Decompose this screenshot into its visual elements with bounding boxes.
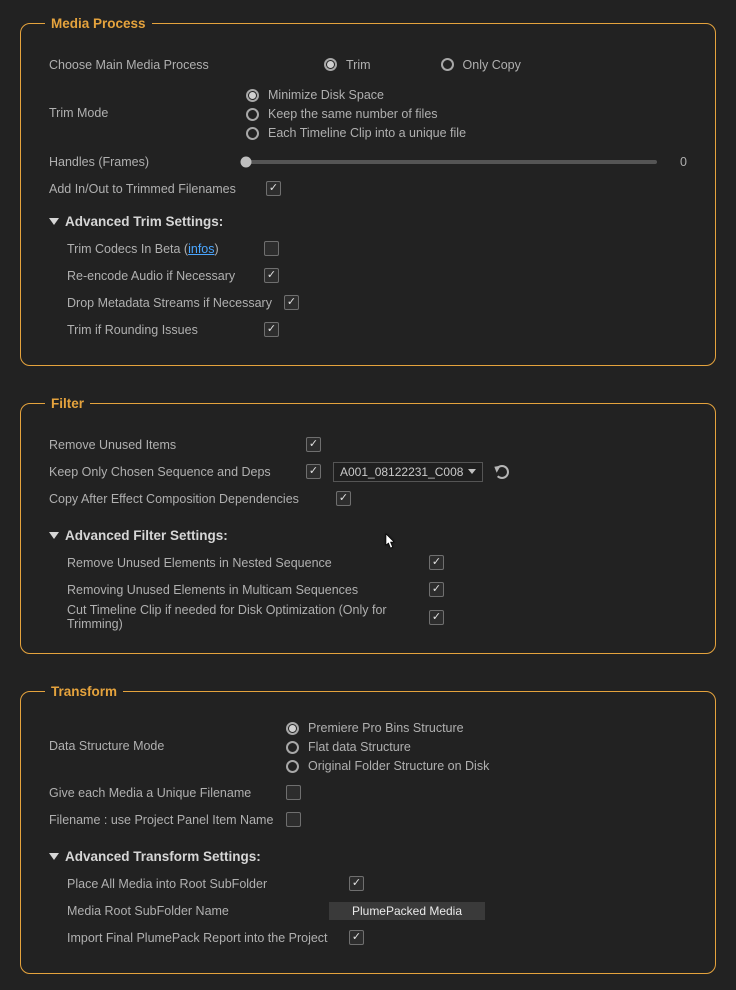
radio-off-icon [286,760,299,773]
trim-mode-minimize-radio[interactable]: Minimize Disk Space [246,88,466,102]
media-process-legend: Media Process [45,16,152,31]
advanced-filter-settings-header[interactable]: Advanced Filter Settings: [49,528,687,543]
unique-filename-checkbox[interactable] [286,785,301,800]
radio-on-icon [286,722,299,735]
cut-timeline-label: Cut Timeline Clip if needed for Disk Opt… [67,603,417,631]
filter-panel: Filter Remove Unused Items ✓ Keep Only C… [20,396,716,654]
choose-main-media-process-label: Choose Main Media Process [49,58,234,72]
place-root-label: Place All Media into Root SubFolder [67,877,337,891]
root-name-input[interactable] [329,902,485,920]
structure-ppro-radio[interactable]: Premiere Pro Bins Structure [286,721,489,735]
refresh-icon[interactable] [495,465,509,479]
copy-ae-label: Copy After Effect Composition Dependenci… [49,492,324,506]
advanced-trim-settings-header[interactable]: Advanced Trim Settings: [49,214,687,229]
project-panel-name-checkbox[interactable] [286,812,301,827]
data-structure-mode-label: Data Structure Mode [49,721,274,753]
remove-unused-label: Remove Unused Items [49,438,294,452]
remove-nested-checkbox[interactable]: ✓ [429,555,444,570]
remove-unused-checkbox[interactable]: ✓ [306,437,321,452]
trim-codecs-beta-label: Trim Codecs In Beta (infos) [67,242,252,256]
reencode-audio-checkbox[interactable]: ✓ [264,268,279,283]
advanced-transform-settings-header[interactable]: Advanced Transform Settings: [49,849,687,864]
transform-panel: Transform Data Structure Mode Premiere P… [20,684,716,974]
handles-slider[interactable] [246,160,657,164]
unique-filename-label: Give each Media a Unique Filename [49,786,274,800]
chevron-down-icon [49,218,59,225]
radio-off-icon [286,741,299,754]
remove-multicam-label: Removing Unused Elements in Multicam Seq… [67,583,417,597]
cut-timeline-checkbox[interactable]: ✓ [429,610,444,625]
main-process-only-copy-radio[interactable]: Only Copy [441,58,521,72]
keep-only-checkbox[interactable]: ✓ [306,464,321,479]
add-in-out-checkbox[interactable]: ✓ [266,181,281,196]
trim-codecs-infos-link[interactable]: infos [188,242,214,256]
remove-nested-label: Remove Unused Elements in Nested Sequenc… [67,556,417,570]
import-report-checkbox[interactable]: ✓ [349,930,364,945]
trim-mode-each-unique-radio[interactable]: Each Timeline Clip into a unique file [246,126,466,140]
rounding-issues-label: Trim if Rounding Issues [67,323,252,337]
sequence-select[interactable]: A001_08122231_C008 [333,462,483,482]
main-process-trim-radio[interactable]: Trim [324,58,371,72]
radio-on-icon [324,58,337,71]
project-panel-name-label: Filename : use Project Panel Item Name [49,813,274,827]
media-process-panel: Media Process Choose Main Media Process … [20,16,716,366]
rounding-issues-checkbox[interactable]: ✓ [264,322,279,337]
structure-flat-radio[interactable]: Flat data Structure [286,740,489,754]
drop-metadata-label: Drop Metadata Streams if Necessary [67,296,272,310]
handles-label: Handles (Frames) [49,155,234,169]
drop-metadata-checkbox[interactable]: ✓ [284,295,299,310]
trim-mode-label: Trim Mode [49,88,234,120]
copy-ae-checkbox[interactable]: ✓ [336,491,351,506]
import-report-label: Import Final PlumePack Report into the P… [67,931,337,945]
radio-off-icon [246,108,259,121]
structure-original-radio[interactable]: Original Folder Structure on Disk [286,759,489,773]
keep-only-label: Keep Only Chosen Sequence and Deps [49,465,294,479]
chevron-down-icon [49,532,59,539]
trim-codecs-beta-checkbox[interactable] [264,241,279,256]
radio-on-icon [246,89,259,102]
add-in-out-label: Add In/Out to Trimmed Filenames [49,182,254,196]
radio-off-icon [246,127,259,140]
place-root-checkbox[interactable]: ✓ [349,876,364,891]
remove-multicam-checkbox[interactable]: ✓ [429,582,444,597]
trim-mode-keep-same-radio[interactable]: Keep the same number of files [246,107,466,121]
transform-legend: Transform [45,684,123,699]
radio-off-icon [441,58,454,71]
slider-thumb-icon[interactable] [241,156,252,167]
chevron-down-icon [468,469,476,474]
root-name-label: Media Root SubFolder Name [67,904,317,918]
reencode-audio-label: Re-encode Audio if Necessary [67,269,252,283]
filter-legend: Filter [45,396,90,411]
handles-value: 0 [671,155,687,169]
chevron-down-icon [49,853,59,860]
